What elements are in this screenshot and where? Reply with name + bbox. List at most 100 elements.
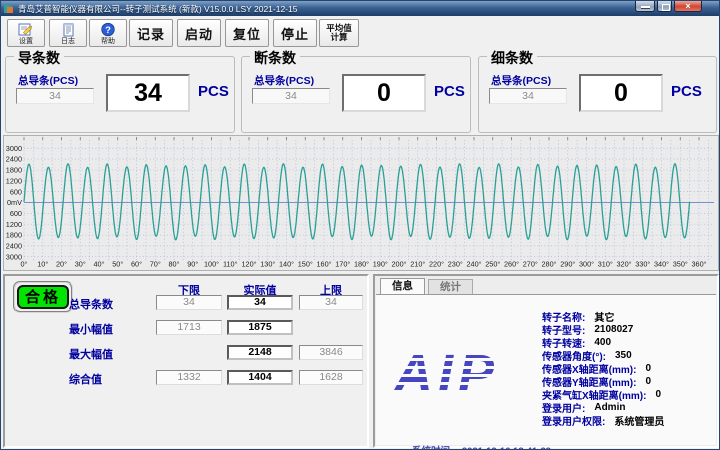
svg-text:300°: 300° bbox=[579, 260, 594, 269]
log-button[interactable]: 日志 bbox=[49, 19, 87, 47]
result-row-label: 综合值 bbox=[69, 371, 155, 387]
result-actual-value: 1404 bbox=[227, 370, 293, 385]
groupbox-bar-count: 导条数 总导条(PCS) 34 34 PCS bbox=[5, 56, 235, 133]
help-button[interactable]: ? 帮助 bbox=[89, 19, 127, 47]
app-window: 青岛艾普智能仪器有限公司--转子测试系统 (新款) V15.0.0 LSY 20… bbox=[0, 0, 720, 450]
info-field-value: 400 bbox=[594, 337, 611, 348]
aip-logo: AIP bbox=[394, 347, 499, 401]
result-upper-limit: 3846 bbox=[299, 345, 363, 360]
help-icon: ? bbox=[100, 22, 116, 37]
minimize-button[interactable] bbox=[635, 1, 655, 12]
svg-text:1200: 1200 bbox=[6, 176, 22, 185]
settings-button[interactable]: 设置 bbox=[7, 19, 45, 47]
broken-total-field[interactable]: 34 bbox=[252, 88, 330, 104]
stop-button[interactable]: 停止 bbox=[273, 19, 317, 47]
result-actual-value: 1875 bbox=[227, 320, 293, 335]
svg-text:1200: 1200 bbox=[6, 220, 22, 229]
waveform-trace bbox=[24, 164, 690, 240]
result-row: 最小幅值1713 1875 bbox=[5, 320, 367, 336]
info-field-value: 其它 bbox=[594, 309, 614, 324]
svg-text:270°: 270° bbox=[523, 260, 538, 269]
start-button[interactable]: 启动 bbox=[177, 19, 221, 47]
info-field-value: 0 bbox=[645, 376, 651, 387]
info-field-value: 0 bbox=[655, 389, 661, 400]
svg-text:230°: 230° bbox=[448, 260, 463, 269]
svg-text:2400: 2400 bbox=[6, 155, 22, 164]
help-button-label: 帮助 bbox=[101, 38, 115, 45]
svg-text:100°: 100° bbox=[204, 260, 219, 269]
svg-text:160°: 160° bbox=[316, 260, 331, 269]
svg-text:320°: 320° bbox=[616, 260, 631, 269]
result-row-label: 总导条数 bbox=[69, 296, 155, 312]
settings-icon bbox=[18, 22, 34, 37]
svg-text:600: 600 bbox=[10, 209, 22, 218]
svg-text:310°: 310° bbox=[598, 260, 613, 269]
svg-text:70°: 70° bbox=[150, 260, 161, 269]
svg-text:3000: 3000 bbox=[6, 252, 22, 261]
svg-text:20°: 20° bbox=[56, 260, 67, 269]
info-field-value: Admin bbox=[594, 402, 625, 413]
thin-total-field[interactable]: 34 bbox=[489, 88, 567, 104]
result-upper-limit: 1628 bbox=[299, 370, 363, 385]
svg-text:360°: 360° bbox=[691, 260, 706, 269]
info-field-value: 350 bbox=[615, 350, 632, 361]
result-lower-limit: 1713 bbox=[156, 320, 222, 335]
svg-text:200°: 200° bbox=[391, 260, 406, 269]
result-lower-limit: 1332 bbox=[156, 370, 222, 385]
thin-count-value: 0 bbox=[579, 74, 663, 112]
results-panel: 合格 下限 实际值 上限 总导条数343434最小幅值17131875最大幅值2… bbox=[3, 274, 369, 448]
record-button[interactable]: 记录 bbox=[129, 19, 173, 47]
svg-text:190°: 190° bbox=[373, 260, 388, 269]
reset-button[interactable]: 复位 bbox=[225, 19, 269, 47]
tab-info[interactable]: 信息 bbox=[380, 278, 425, 294]
log-button-label: 日志 bbox=[61, 38, 75, 45]
svg-text:0mV: 0mV bbox=[7, 198, 22, 207]
system-time-label: 系统时间: bbox=[412, 446, 453, 450]
thin-count-unit: PCS bbox=[671, 83, 702, 100]
svg-text:350°: 350° bbox=[673, 260, 688, 269]
info-fields: 转子名称:其它转子型号:2108027转子转速:400传感器角度(°):350传… bbox=[542, 310, 664, 427]
svg-text:340°: 340° bbox=[654, 260, 669, 269]
groupbox-thin-count: 细条数 总导条(PCS) 34 0 PCS bbox=[478, 56, 717, 133]
svg-text:30°: 30° bbox=[75, 260, 86, 269]
svg-text:170°: 170° bbox=[335, 260, 350, 269]
system-time: 系统时间: 2021-12-16 13:41:29 bbox=[412, 443, 551, 450]
tab-stats[interactable]: 统计 bbox=[428, 279, 473, 294]
svg-text:50°: 50° bbox=[112, 260, 123, 269]
broken-count-value: 0 bbox=[342, 74, 426, 112]
average-calc-button[interactable]: 平均值 计算 bbox=[319, 19, 359, 47]
result-upper-limit: 34 bbox=[299, 295, 363, 310]
svg-text:3000: 3000 bbox=[6, 144, 22, 153]
app-icon bbox=[4, 4, 14, 14]
svg-text:250°: 250° bbox=[485, 260, 500, 269]
result-actual-value: 2148 bbox=[227, 345, 293, 360]
y-axis-labels: 30002400180012006000mV600120018002400300… bbox=[6, 144, 22, 262]
info-field-value: 0 bbox=[645, 363, 651, 374]
svg-text:110°: 110° bbox=[223, 260, 238, 269]
bar-count-unit: PCS bbox=[198, 83, 229, 100]
waveform-svg: 0°10°20°30°40°50°60°70°80°90°100°110°120… bbox=[4, 136, 718, 270]
result-row: 最大幅值21483846 bbox=[5, 345, 367, 361]
chart-top-ticks bbox=[24, 137, 699, 140]
average-calc-line2: 计算 bbox=[330, 33, 347, 42]
svg-text:?: ? bbox=[105, 25, 111, 36]
info-panel: 信息 统计 AIP 转子名称:其它转子型号:2108027转子转速:400传感器… bbox=[373, 274, 719, 448]
groupbox-broken-count-title: 断条数 bbox=[250, 48, 300, 68]
info-field: 登录用户权限:系统管理员 bbox=[542, 414, 664, 427]
waveform-chart: 0°10°20°30°40°50°60°70°80°90°100°110°120… bbox=[3, 135, 719, 271]
thin-total-label: 总导条(PCS) bbox=[491, 73, 551, 88]
groupbox-bar-count-title: 导条数 bbox=[14, 48, 64, 68]
broken-count-unit: PCS bbox=[434, 83, 465, 100]
svg-text:260°: 260° bbox=[504, 260, 519, 269]
svg-text:150°: 150° bbox=[298, 260, 313, 269]
close-button[interactable]: × bbox=[674, 1, 702, 12]
maximize-button[interactable] bbox=[657, 1, 672, 12]
svg-text:120°: 120° bbox=[241, 260, 256, 269]
system-time-value: 2021-12-16 13:41:29 bbox=[462, 446, 551, 450]
info-tab-content: AIP 转子名称:其它转子型号:2108027转子转速:400传感器角度(°):… bbox=[376, 294, 716, 445]
svg-text:2400: 2400 bbox=[6, 242, 22, 251]
info-field-label: 登录用户权限: bbox=[542, 413, 605, 428]
total-bars-field[interactable]: 34 bbox=[16, 88, 94, 104]
svg-text:90°: 90° bbox=[187, 260, 198, 269]
result-row-label: 最小幅值 bbox=[69, 321, 155, 337]
